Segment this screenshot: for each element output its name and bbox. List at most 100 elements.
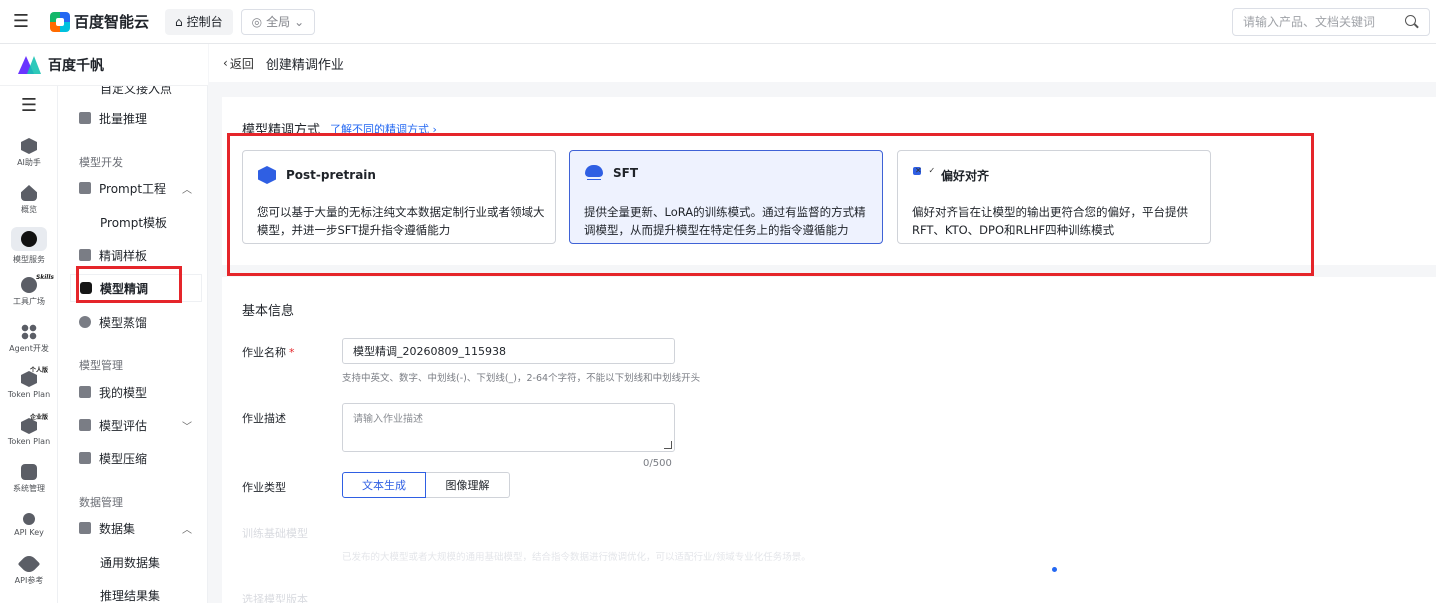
chevron-up-icon: ︿ <box>182 524 192 536</box>
batch-icon <box>79 112 91 124</box>
sidebar-item-distill[interactable]: 模型蒸馏 <box>70 308 202 336</box>
rail-item-token-plan-enterprise[interactable]: 企业版 Token Plan <box>0 410 58 454</box>
home-icon: ⌂ <box>175 14 183 29</box>
sidebar-item-label: 推理结果集 <box>100 588 161 603</box>
sidebar-item-endpoint[interactable]: 自定义接入点 <box>100 86 172 97</box>
basic-section-title: 基本信息 <box>242 304 295 319</box>
sidebar-item-label: 数据集 <box>99 521 136 536</box>
enterprise-badge: 企业版 <box>29 414 48 421</box>
rail-item-tools[interactable]: Skills 工具广场 <box>0 270 58 314</box>
secondary-sidebar: 自定义接入点 批量推理 模型开发 Prompt工程 ︿ Prompt模板 精调样… <box>58 86 208 603</box>
chevron-left-icon: ‹ <box>223 56 228 70</box>
region-select[interactable]: ◎ 全局 ⌄ <box>240 8 316 35</box>
rail-label: Agent开发 <box>9 344 49 353</box>
sidebar-item-label: 通用数据集 <box>100 555 161 570</box>
job-type-label: 作业类型 <box>242 481 286 494</box>
product-name: 百度千帆 <box>48 57 104 74</box>
sidebar-item-label: 批量推理 <box>99 111 148 126</box>
sidebar-item-prompt-template[interactable]: Prompt模板 <box>70 208 202 236</box>
sidebar-item-infer-results[interactable]: 推理结果集 <box>70 581 202 603</box>
sidebar-item-compress[interactable]: 模型压缩 <box>70 444 202 472</box>
rocket-icon <box>17 552 41 576</box>
rail-label: 工具广场 <box>13 297 45 306</box>
brand[interactable]: 百度智能云 <box>50 11 149 32</box>
sidebar-item-eval[interactable]: 模型评估 ﹀ <box>70 411 202 439</box>
sidebar-item-label: 精调样板 <box>99 248 148 263</box>
job-type-segmented: 文本生成 图像理解 <box>342 472 510 498</box>
personal-badge: 个人版 <box>29 367 48 374</box>
global-search <box>1232 8 1430 36</box>
sidebar-item-prompt[interactable]: Prompt工程 ︿ <box>70 174 202 202</box>
rail-item-system[interactable]: 系统管理 <box>0 457 58 501</box>
rail-label: API参考 <box>14 576 44 585</box>
eval-icon <box>79 419 91 431</box>
base-model-hint: 已发布的大模型或者大规模的通用基础模型，结合指令数据进行微调优化，可以适配行业/… <box>342 552 811 563</box>
sidebar-item-my-models[interactable]: 我的模型 <box>70 378 202 406</box>
rail-item-api-key[interactable]: API Key <box>0 503 58 547</box>
prompt-icon <box>79 182 91 194</box>
rail-label: API Key <box>14 528 44 537</box>
rail-label: 模型服务 <box>13 255 45 264</box>
qianfan-logo-icon <box>18 55 42 74</box>
job-desc-label: 作业描述 <box>242 412 286 425</box>
chevron-down-icon: ﹀ <box>182 421 192 433</box>
sidebar-item-datasets[interactable]: 数据集 ︿ <box>70 514 202 542</box>
sidebar-item-batch-infer[interactable]: 批量推理 <box>70 104 202 132</box>
inbox-icon <box>21 464 37 480</box>
ai-assistant-icon <box>21 138 37 154</box>
required-mark: * <box>289 346 295 359</box>
top-bar: ☰ 百度智能云 ⌂ 控制台 ◎ 全局 ⌄ <box>0 0 1436 44</box>
console-button[interactable]: ⌂ 控制台 <box>165 8 233 35</box>
agent-grid-icon <box>21 324 37 340</box>
chevron-up-icon: ︿ <box>182 184 192 196</box>
job-name-label: 作业名称 * <box>242 344 295 360</box>
sidebar-item-label: 模型评估 <box>99 418 148 433</box>
job-name-label-text: 作业名称 <box>242 346 286 359</box>
sidebar-item-finetune-sample[interactable]: 精调样板 <box>70 241 202 269</box>
search-input[interactable] <box>1243 15 1405 29</box>
brand-name: 百度智能云 <box>74 13 150 31</box>
distill-icon <box>79 316 91 328</box>
chevron-down-icon: ⌄ <box>294 14 305 29</box>
home-icon <box>21 185 37 201</box>
sidebar-group-mgmt: 模型管理 <box>79 359 123 372</box>
back-label: 返回 <box>229 56 254 71</box>
page-title: 创建精调作业 <box>265 57 344 73</box>
job-type-image-understanding[interactable]: 图像理解 <box>426 472 510 498</box>
icon-rail: 百度千帆 ☰ AI助手 概览 模型服务 Skills 工具广场 Agent开发 … <box>0 44 208 603</box>
menu-icon[interactable]: ☰ <box>0 0 42 44</box>
collapse-menu-icon[interactable]: ☰ <box>0 92 58 118</box>
compress-icon <box>79 452 91 464</box>
product-header: 百度千帆 <box>0 44 208 86</box>
back-link[interactable]: ‹ 返回 <box>223 55 254 72</box>
rail-label: AI助手 <box>17 158 41 167</box>
sidebar-item-label: 模型蒸馏 <box>99 315 148 330</box>
rail-item-agent-dev[interactable]: Agent开发 <box>0 317 58 361</box>
job-type-text-generation[interactable]: 文本生成 <box>342 472 426 498</box>
cube-icon <box>79 386 91 398</box>
highlight-box-methods <box>227 133 1314 276</box>
rail-item-ai-assistant[interactable]: AI助手 <box>0 131 58 175</box>
rail-item-model-service[interactable]: 模型服务 <box>0 224 58 268</box>
sidebar-item-label: Prompt工程 <box>99 181 167 196</box>
rail-label: 概览 <box>21 205 37 214</box>
skills-badge: Skills <box>35 274 54 281</box>
job-name-input[interactable] <box>342 338 675 364</box>
rail-item-api-reference[interactable]: API参考 <box>0 549 58 593</box>
desc-char-counter: 0/500 <box>643 458 672 469</box>
rail-item-overview[interactable]: 概览 <box>0 178 58 222</box>
job-desc-textarea[interactable] <box>342 403 675 452</box>
console-label: 控制台 <box>186 15 223 29</box>
rail-item-token-plan-personal[interactable]: 个人版 Token Plan <box>0 363 58 407</box>
resize-handle-icon[interactable] <box>664 441 672 449</box>
rail-active-bg <box>11 227 47 251</box>
region-label: 全局 <box>266 15 291 29</box>
dataset-icon <box>79 522 91 534</box>
key-icon <box>23 513 35 525</box>
rail-label: Token Plan <box>7 437 51 446</box>
job-name-hint: 支持中英文、数字、中划线(-)、下划线(_)，2-64个字符，不能以下划线和中划… <box>342 373 701 384</box>
sidebar-item-general-datasets[interactable]: 通用数据集 <box>70 548 202 576</box>
search-icon[interactable] <box>1405 15 1419 29</box>
rail-label: Token Plan <box>7 390 51 399</box>
sidebar-item-label: 我的模型 <box>99 385 148 400</box>
